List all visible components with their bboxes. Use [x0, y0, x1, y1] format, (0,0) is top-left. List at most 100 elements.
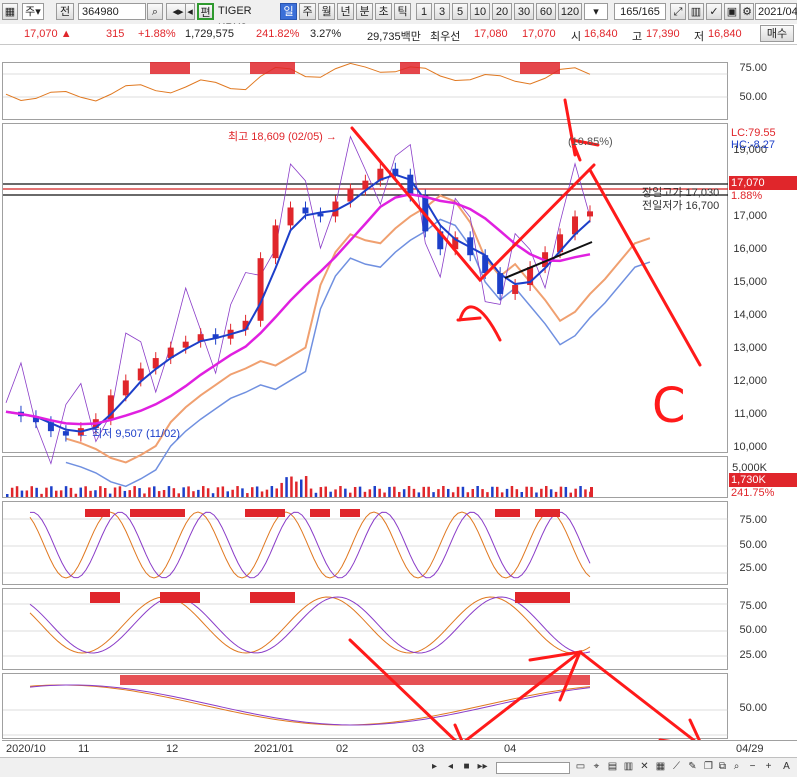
- date-axis: 2020/10 11 12 2021/01 02 03 04 04/29: [2, 740, 797, 758]
- volume-bar: [510, 486, 514, 497]
- volume-bar: [285, 477, 288, 497]
- volume-bar: [50, 486, 53, 497]
- candle-body: [257, 258, 264, 321]
- volume-bar: [353, 486, 357, 497]
- stoch1-fill: [85, 509, 110, 517]
- volume-bar: [74, 493, 78, 497]
- volume-bar: [94, 490, 97, 497]
- volume-bar: [128, 490, 131, 497]
- stoch3-k: [29, 684, 591, 726]
- volume-bar: [549, 489, 553, 497]
- volume-bar: [540, 488, 543, 497]
- volume-bar: [251, 487, 254, 497]
- volume-bar: [344, 488, 347, 497]
- stoch1-fill: [535, 509, 560, 517]
- rewind-icon[interactable]: ◂: [444, 760, 457, 774]
- top-indicator-fill: [400, 62, 420, 74]
- stoch1-fill: [245, 509, 285, 517]
- stoch2-k: [29, 596, 591, 654]
- volume-bar: [202, 486, 205, 497]
- cursor-icon[interactable]: ⌖: [590, 760, 603, 774]
- date-label: 2021/01: [254, 743, 294, 755]
- candle-body: [302, 207, 309, 214]
- scroll-slider[interactable]: [496, 762, 570, 774]
- volume-bar: [89, 490, 92, 497]
- candle-body: [182, 341, 189, 348]
- volume-bar: [192, 491, 195, 497]
- volume-bar: [187, 486, 190, 497]
- volume-bar: [368, 489, 372, 497]
- volume-bar: [25, 490, 29, 497]
- ma5-line: [5, 173, 591, 433]
- volume-bar: [407, 486, 411, 497]
- prev-low-line-label: 전일저가 16,700: [642, 200, 720, 212]
- handwritten-c: C: [652, 378, 686, 434]
- volume-bar: [260, 491, 264, 497]
- cross-icon[interactable]: ✕: [638, 760, 651, 774]
- volume-bar: [153, 486, 156, 497]
- volume-bar: [451, 492, 455, 497]
- volume-bar: [113, 487, 117, 497]
- stoch2-d: [29, 596, 591, 654]
- volume-bar: [388, 486, 391, 497]
- volume-bar: [10, 487, 14, 497]
- candle-body: [122, 380, 129, 396]
- forward-icon[interactable]: ▸▸: [476, 760, 489, 774]
- volume-bar: [358, 486, 362, 497]
- volume-bar: [35, 487, 38, 497]
- magnify-icon[interactable]: ⌕: [730, 760, 743, 774]
- volume-bar: [69, 487, 73, 497]
- volume-bar: [236, 486, 239, 497]
- trend-line-icon[interactable]: ⟋: [670, 760, 683, 774]
- volume-bar: [206, 488, 210, 497]
- volume-bar: [319, 487, 323, 497]
- restore-icon[interactable]: ⧉: [716, 760, 729, 774]
- volume-bar: [118, 486, 122, 497]
- top-indicator-fill: [520, 62, 560, 74]
- stoch1-fill: [310, 509, 330, 517]
- volume-bar: [329, 491, 332, 497]
- volume-bar: [530, 486, 533, 497]
- volume-bar: [349, 492, 352, 497]
- stoch1-d: [29, 511, 591, 579]
- top-indicator-line: [5, 62, 591, 102]
- volume-bar: [378, 488, 381, 497]
- candle-body: [317, 213, 324, 217]
- period-icon[interactable]: ▥: [622, 760, 635, 774]
- stoch3-d: [29, 684, 591, 726]
- volume-bar: [412, 488, 416, 497]
- auto-scale-button[interactable]: A: [780, 760, 793, 774]
- pen-icon[interactable]: ✎: [686, 760, 699, 774]
- volume-bar: [265, 489, 269, 497]
- draw-tool-icon[interactable]: ▭: [574, 760, 587, 774]
- volume-bar: [221, 486, 225, 497]
- volume-bar: [447, 488, 450, 497]
- volume-bar: [108, 493, 112, 497]
- volume-bar: [574, 488, 577, 497]
- volume-bar: [324, 486, 327, 497]
- copy-icon[interactable]: ❐: [702, 760, 715, 774]
- volume-bar: [393, 486, 396, 497]
- volume-bar: [579, 486, 582, 497]
- volume-bar: [304, 476, 308, 497]
- stoch1-k: [29, 511, 591, 579]
- scroll-left-icon[interactable]: ▸: [428, 760, 441, 774]
- volume-bar: [40, 493, 43, 497]
- volume-bar: [123, 490, 127, 497]
- volume-bar: [314, 492, 318, 497]
- pct-annotation: (10.85%): [568, 136, 613, 148]
- stoch2-fill: [90, 592, 120, 603]
- volume-bar: [300, 479, 303, 497]
- volume-bar: [6, 494, 9, 497]
- chart-type-icon[interactable]: ▦: [654, 760, 667, 774]
- zoom-in-icon[interactable]: +: [762, 760, 775, 774]
- volume-bar: [466, 492, 470, 497]
- zoom-out-icon[interactable]: −: [746, 760, 759, 774]
- volume-bar: [442, 486, 445, 497]
- volume-bar: [143, 493, 146, 497]
- volume-bar: [216, 487, 220, 497]
- volume-bar: [383, 492, 386, 497]
- text-tool-icon[interactable]: ▤: [606, 760, 619, 774]
- stop-icon[interactable]: ■: [460, 760, 473, 774]
- volume-bar: [84, 486, 87, 497]
